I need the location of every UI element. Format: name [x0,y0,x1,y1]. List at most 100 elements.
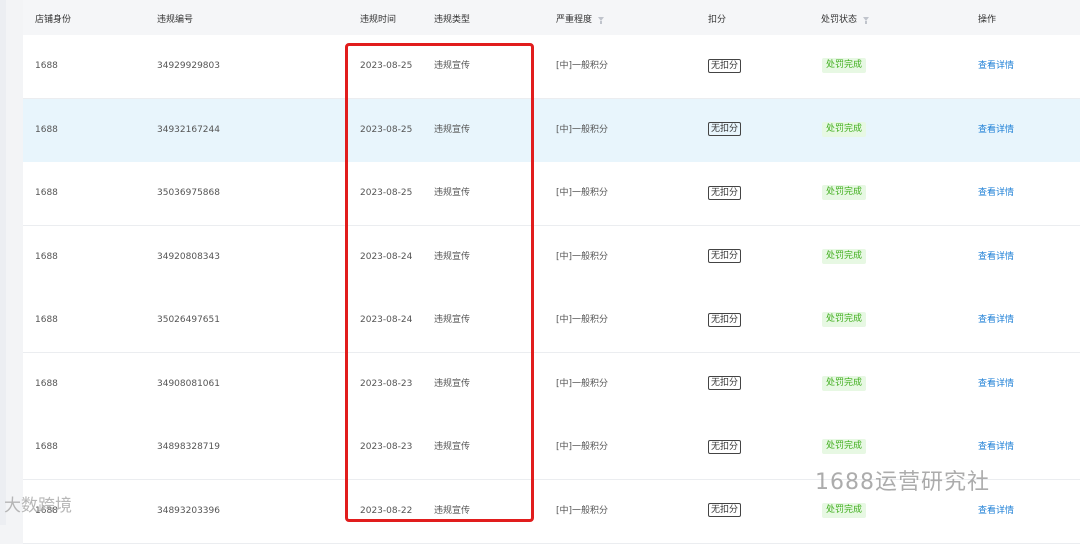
view-details-link-container: 查看详情 [978,162,1014,225]
cell-severity-container: [中]一般积分 [556,226,608,289]
cell-shop-identity-container: 1688 [35,353,58,416]
cell-severity: [中]一般积分 [556,61,609,71]
cell-violation-no-container: 34908081061 [157,353,220,416]
cell-shop-identity-container: 1688 [35,162,58,225]
cell-severity-container: [中]一般积分 [556,353,608,416]
status-badge-container: 处罚完成 [822,99,867,162]
cell-deduction: 无扣分 [708,439,742,454]
cell-violation-no: 35036975868 [157,188,220,198]
cell-deduction-container: 无扣分 [708,416,742,479]
cell-violation-no-container: 35026497651 [157,289,220,352]
cell-shop-identity: 1688 [35,315,58,325]
view-details-link[interactable]: 查看详情 [978,125,1014,135]
view-details-link-container: 查看详情 [978,226,1014,289]
cell-severity: [中]一般积分 [556,251,609,262]
cell-severity: [中]一般积分 [556,505,609,516]
view-details-link-container: 查看详情 [978,353,1014,416]
status-badge-container: 处罚完成 [822,353,867,416]
cell-shop-identity: 1688 [35,61,58,71]
cell-violation-no: 35026497651 [157,315,220,325]
cell-severity-container: [中]一般积分 [556,99,608,162]
cell-deduction: 无扣分 [708,185,742,200]
cell-deduction-container: 无扣分 [708,162,742,225]
status-badge: 处罚完成 [822,121,867,137]
cell-deduction-container: 无扣分 [708,35,742,98]
cell-violation-no-container: 34893203396 [157,480,220,543]
cell-violation-no: 34898328719 [157,442,220,452]
status-badge: 处罚完成 [822,185,867,200]
cell-shop-identity: 1688 [35,378,58,389]
header-penalty-status: 处罚状态 [821,15,858,25]
cell-shop-identity-container: 1688 [35,289,58,352]
cell-deduction-container: 无扣分 [708,226,742,289]
cell-deduction: 无扣分 [708,376,742,390]
cell-shop-identity: 1688 [35,251,58,262]
cell-deduction-container: 无扣分 [708,99,742,162]
cell-severity-container: [中]一般积分 [556,289,608,352]
cell-shop-identity: 1688 [35,442,58,452]
status-badge: 处罚完成 [822,58,867,73]
view-details-link[interactable]: 查看详情 [978,61,1014,71]
cell-deduction-container: 无扣分 [708,353,742,416]
cell-violation-no-container: 34929929803 [157,35,220,98]
highlight-box [345,43,534,522]
header-deduction: 扣分 [708,15,727,25]
cell-severity: [中]一般积分 [556,442,609,452]
cell-severity-container: [中]一般积分 [556,480,608,543]
cell-severity: [中]一般积分 [556,315,609,325]
status-badge: 处罚完成 [822,312,867,327]
left-panel-edge [0,0,6,525]
cell-severity: [中]一般积分 [556,124,609,135]
cell-deduction: 无扣分 [708,122,742,136]
cell-deduction: 无扣分 [708,249,742,263]
view-details-link[interactable]: 查看详情 [978,379,1014,389]
cell-shop-identity-container: 1688 [35,99,58,162]
cell-severity: [中]一般积分 [556,378,609,389]
status-badge: 处罚完成 [822,248,867,264]
status-badge: 处罚完成 [822,502,867,518]
view-details-link[interactable]: 查看详情 [978,252,1014,262]
cell-violation-no: 34929929803 [157,61,220,71]
header-shop-identity: 店铺身份 [35,15,72,25]
cell-violation-no: 34932167244 [157,124,220,135]
cell-shop-identity-container: 1688 [35,226,58,289]
header-violation-no: 违规编号 [157,15,194,25]
cell-deduction: 无扣分 [708,58,742,73]
cell-violation-no-container: 34932167244 [157,99,220,162]
view-details-link-container: 查看详情 [978,99,1014,162]
violations-table: 店铺身份 违规编号 违规时间 违规类型 严重程度 扣分 处罚状态 操作 1688… [23,0,1080,544]
cell-shop-identity-container: 1688 [35,416,58,479]
cell-severity-container: [中]一般积分 [556,416,608,479]
cell-deduction: 无扣分 [708,503,742,517]
cell-violation-no: 34893203396 [157,505,220,516]
cell-severity: [中]一般积分 [556,188,609,198]
cell-deduction: 无扣分 [708,312,742,327]
view-details-link-container: 查看详情 [978,35,1014,98]
view-details-link[interactable]: 查看详情 [978,442,1014,452]
view-details-link[interactable]: 查看详情 [978,506,1014,516]
cell-violation-no: 34920808343 [157,251,220,262]
filter-icon[interactable] [863,16,870,24]
cell-severity-container: [中]一般积分 [556,35,608,98]
cell-violation-no-container: 34898328719 [157,416,220,479]
status-badge-container: 处罚完成 [822,226,867,289]
table-row: 1688 34920808343 2023-08-24 违规宣传 [中]一般积分 无扣分处… [23,225,1080,290]
table-row: 1688 34908081061 2023-08-23 违规宣传 [中]一般积分 无扣分处… [23,352,1080,417]
watermark-right: 1688运营研究社 [815,470,990,495]
view-details-link[interactable]: 查看详情 [978,188,1014,198]
filter-icon[interactable] [598,16,605,24]
header-severity: 严重程度 [556,15,593,25]
view-details-link-container: 查看详情 [978,289,1014,352]
header-action: 操作 [978,15,997,25]
cell-shop-identity: 1688 [35,188,58,198]
table-header: 店铺身份 违规编号 违规时间 违规类型 严重程度 扣分 处罚状态 操作 [23,0,1080,36]
cell-deduction-container: 无扣分 [708,480,742,543]
view-details-link[interactable]: 查看详情 [978,315,1014,325]
status-badge-container: 处罚完成 [822,162,867,225]
cell-deduction-container: 无扣分 [708,289,742,352]
header-violation-type: 违规类型 [434,15,471,25]
watermark-left: 大数跨境 [4,496,72,516]
table-row: 1688 35036975868 2023-08-25 违规宣传 [中]一般积分 无扣分处… [23,162,1080,226]
cell-violation-no-container: 34920808343 [157,226,220,289]
cell-violation-no: 34908081061 [157,378,220,389]
